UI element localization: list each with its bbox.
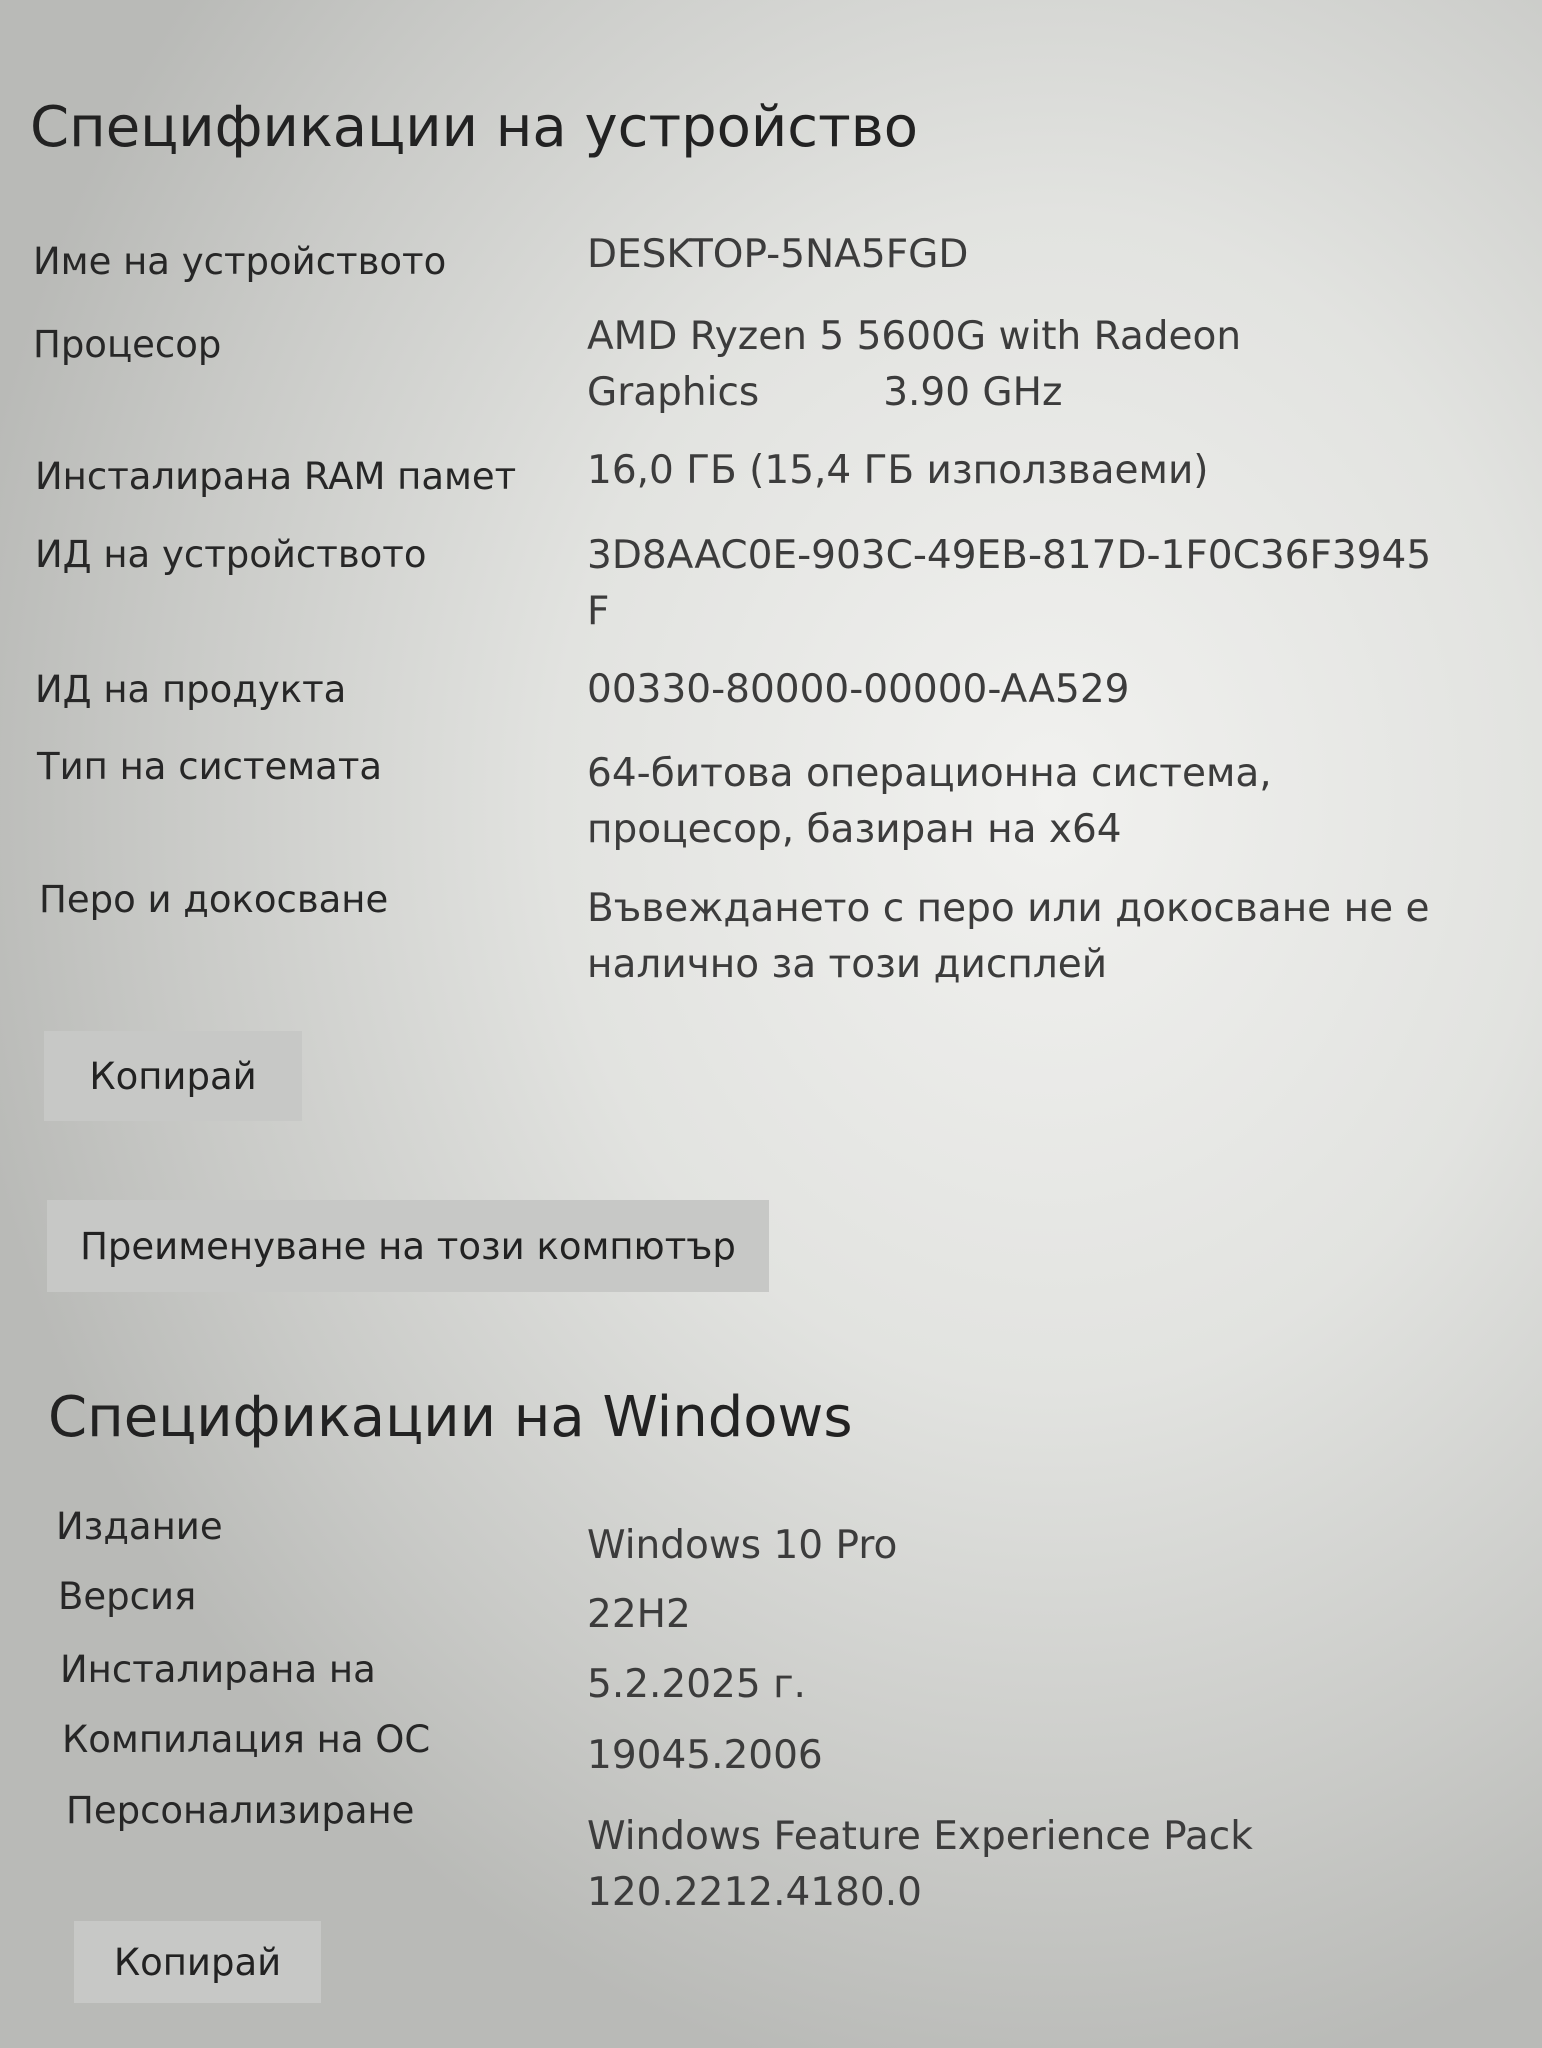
ram-label: Инсталирана RAM памет xyxy=(35,455,517,498)
product-id-label: ИД на продукта xyxy=(35,668,347,711)
device-specs-title: Спецификации на устройство xyxy=(30,95,918,160)
pen-touch-value: Въвеждането с перо или докосване не е на… xyxy=(587,886,1430,987)
experience-label: Персонализиране xyxy=(66,1789,415,1832)
version-value: 22H2 xyxy=(587,1592,691,1637)
device-name-label: Име на устройството xyxy=(33,240,447,283)
edition-value: Windows 10 Pro xyxy=(587,1523,898,1568)
os-build-value: 19045.2006 xyxy=(587,1733,823,1778)
product-id-value: 00330-80000-00000-AA529 xyxy=(587,667,1130,712)
edition-label: Издание xyxy=(56,1505,223,1548)
rename-pc-button[interactable]: Преименуване на този компютър xyxy=(47,1200,769,1292)
system-type-value: 64-битова операционна система, процесор,… xyxy=(587,751,1272,852)
processor-label: Процесор xyxy=(33,323,222,366)
os-build-label: Компилация на ОС xyxy=(62,1718,431,1761)
copy-windows-specs-button[interactable]: Копирай xyxy=(74,1921,321,2003)
device-name-value: DESKTOP-5NA5FGD xyxy=(587,232,969,277)
pen-touch-label: Перо и докосване xyxy=(39,878,389,921)
device-id-value: 3D8AAC0E-903C-49EB-817D-1F0C36F3945 F xyxy=(587,533,1432,634)
installed-on-label: Инсталирана на xyxy=(60,1648,376,1691)
ram-value: 16,0 ГБ (15,4 ГБ използваеми) xyxy=(587,448,1209,493)
copy-device-specs-button[interactable]: Копирай xyxy=(44,1031,302,1121)
version-label: Версия xyxy=(58,1575,197,1618)
system-type-label: Тип на системата xyxy=(37,745,383,788)
device-id-label: ИД на устройството xyxy=(35,533,427,576)
experience-value: Windows Feature Experience Pack 120.22​1… xyxy=(587,1814,1253,1915)
installed-on-value: 5.2.2025 г. xyxy=(587,1662,806,1707)
windows-specs-title: Спецификации на Windows xyxy=(48,1385,853,1450)
processor-value: AMD Ryzen 5 5600G with Radeon Graphics 3… xyxy=(587,314,1242,415)
